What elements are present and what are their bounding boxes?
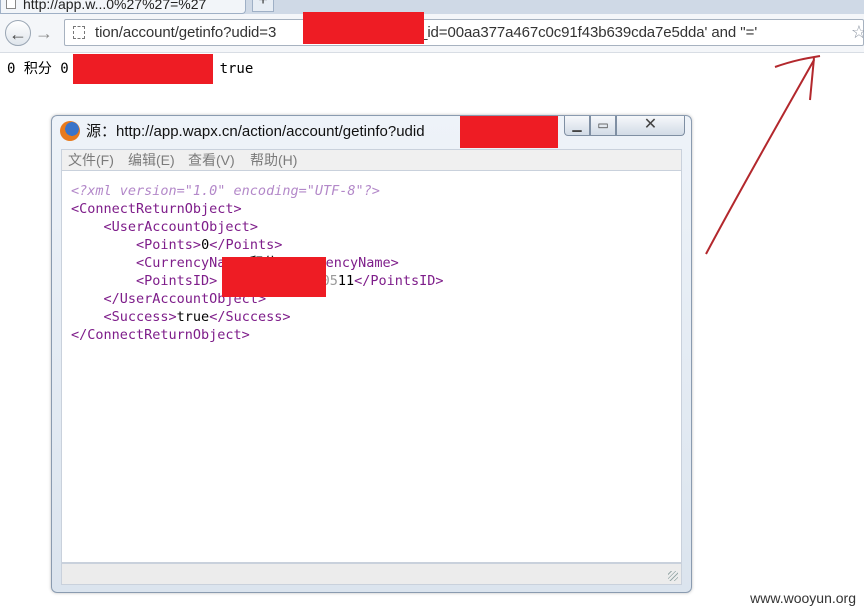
arrow-shaft [705, 59, 815, 255]
watermark: www.wooyun.org [750, 590, 856, 606]
arrow-head [774, 55, 821, 101]
annotation-arrow [705, 55, 821, 255]
